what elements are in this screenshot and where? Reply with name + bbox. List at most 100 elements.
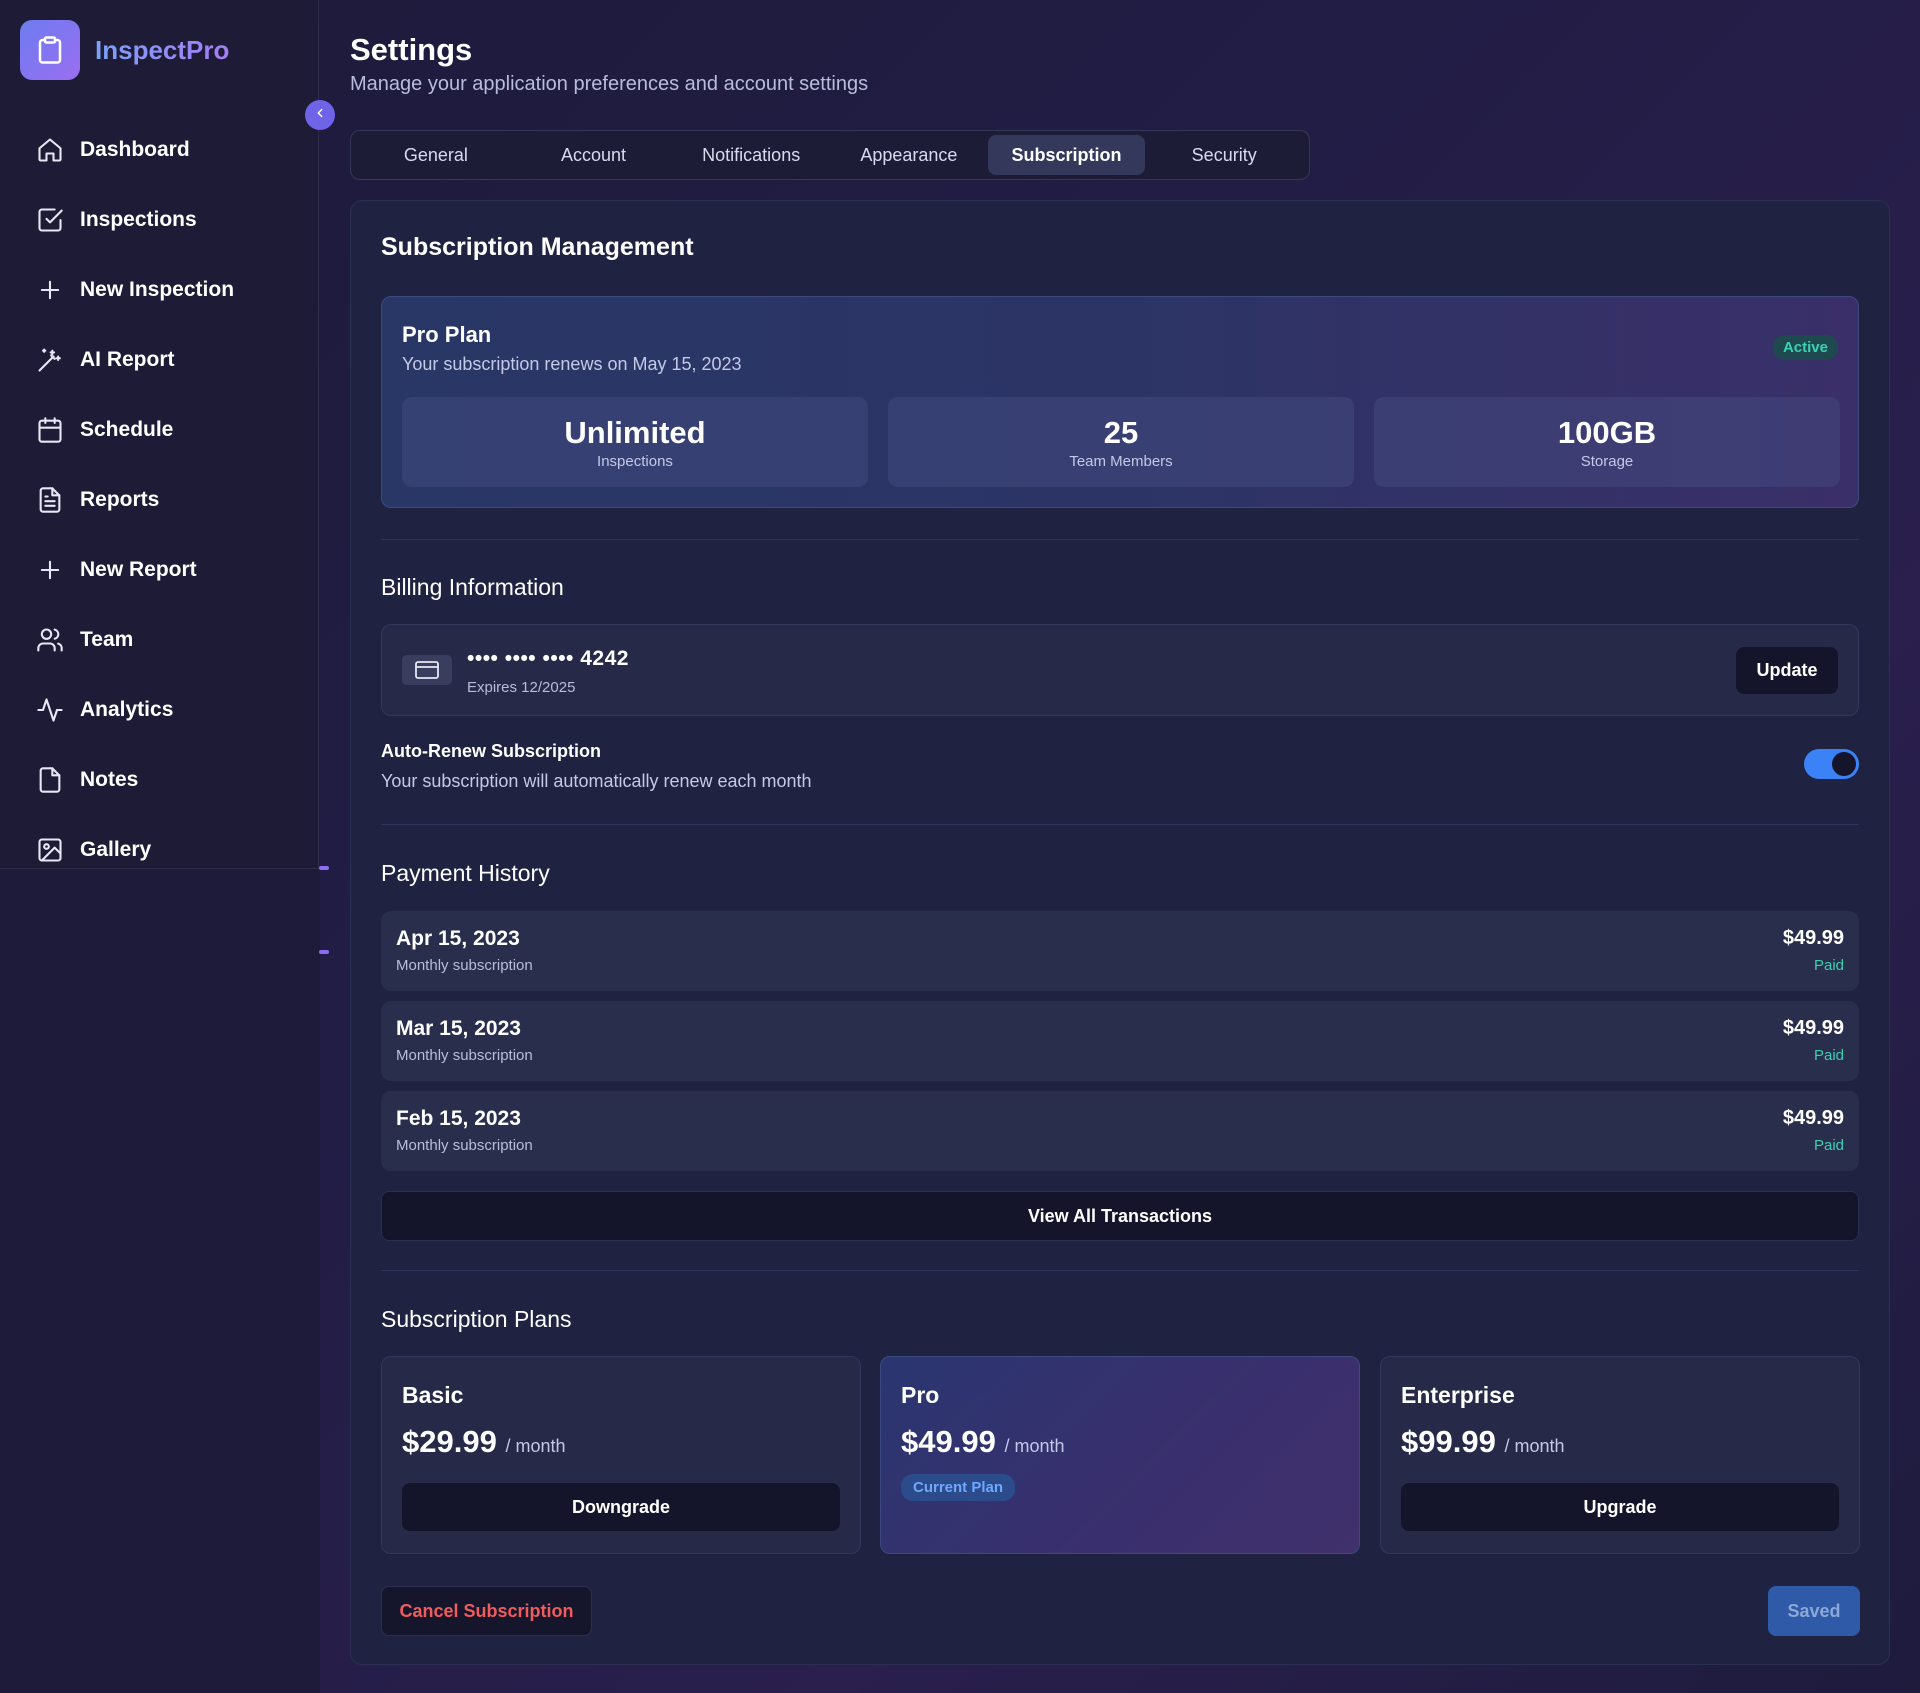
- stat-value: Unlimited: [564, 415, 706, 450]
- sidebar-item-label: AI Report: [80, 348, 175, 371]
- price-value: $99.99: [1401, 1424, 1496, 1459]
- sidebar-item-team[interactable]: Team: [0, 605, 319, 675]
- stat-value: 25: [1103, 415, 1139, 450]
- price-value: $49.99: [901, 1424, 996, 1459]
- sidebar-item-label: Team: [80, 628, 134, 651]
- sidebar-item-inspections[interactable]: Inspections: [0, 185, 319, 255]
- payment-description: Monthly subscription: [396, 1137, 533, 1154]
- tab-general[interactable]: General: [357, 135, 515, 175]
- home-icon: [35, 135, 65, 165]
- view-all-transactions-button[interactable]: View All Transactions: [381, 1191, 1859, 1241]
- price-period: / month: [1004, 1436, 1065, 1456]
- plan-card-pro: Pro $49.99 / month Current Plan: [880, 1356, 1360, 1554]
- billing-title: Billing Information: [381, 574, 564, 600]
- plus-icon: [35, 555, 65, 585]
- upgrade-button[interactable]: Upgrade: [1401, 1483, 1839, 1531]
- sidebar-edge-marker: [319, 866, 329, 870]
- plan-card-basic: Basic $29.99 / month Downgrade: [381, 1356, 861, 1554]
- payment-history-title: Payment History: [381, 860, 550, 886]
- sidebar-item-notes[interactable]: Notes: [0, 745, 319, 815]
- sidebar-item-new-inspection[interactable]: New Inspection: [0, 255, 319, 325]
- current-plan-badge: Current Plan: [901, 1474, 1016, 1501]
- sidebar-item-label: Analytics: [80, 698, 174, 721]
- table-row: Mar 15, 2023 Monthly subscription $49.99…: [381, 1001, 1859, 1081]
- divider: [381, 539, 1859, 540]
- sidebar-item-dashboard[interactable]: Dashboard: [0, 115, 319, 185]
- save-button[interactable]: Saved: [1768, 1586, 1860, 1636]
- tier-price: $49.99 / month: [901, 1424, 1064, 1460]
- sidebar-background: [0, 869, 320, 1693]
- price-period: / month: [505, 1436, 566, 1456]
- payment-description: Monthly subscription: [396, 1047, 533, 1064]
- payment-date: Feb 15, 2023: [396, 1107, 521, 1130]
- tab-security[interactable]: Security: [1145, 135, 1303, 175]
- payment-amount: $49.99: [1782, 1107, 1844, 1129]
- sidebar-item-analytics[interactable]: Analytics: [0, 675, 319, 745]
- chevron-left-icon: [313, 106, 327, 125]
- stat-value: 100GB: [1557, 415, 1657, 450]
- tab-account[interactable]: Account: [515, 135, 673, 175]
- tab-appearance[interactable]: Appearance: [830, 135, 988, 175]
- sidebar-item-label: Gallery: [80, 838, 152, 861]
- plan-renewal-text: Your subscription renews on May 15, 2023: [402, 354, 742, 374]
- brand-name: InspectPro: [95, 34, 230, 65]
- table-row: Feb 15, 2023 Monthly subscription $49.99…: [381, 1091, 1859, 1171]
- stat-label: Team Members: [1069, 453, 1173, 470]
- users-icon: [35, 625, 65, 655]
- sidebar-item-label: Schedule: [80, 418, 174, 441]
- sidebar-item-new-report[interactable]: New Report: [0, 535, 319, 605]
- tier-name: Basic: [402, 1382, 464, 1408]
- stat-label: Inspections: [597, 453, 673, 470]
- price-period: / month: [1504, 1436, 1565, 1456]
- cancel-subscription-button[interactable]: Cancel Subscription: [381, 1586, 592, 1636]
- sidebar-item-reports[interactable]: Reports: [0, 465, 319, 535]
- tab-notifications[interactable]: Notifications: [672, 135, 830, 175]
- sidebar-item-schedule[interactable]: Schedule: [0, 395, 319, 465]
- status-badge: Active: [1772, 335, 1838, 360]
- divider: [381, 1270, 1859, 1271]
- brand[interactable]: InspectPro: [20, 20, 229, 80]
- plus-icon: [35, 275, 65, 305]
- stat-inspections: Unlimited Inspections: [402, 397, 868, 487]
- payment-description: Monthly subscription: [396, 957, 533, 974]
- payment-amount: $49.99: [1782, 1017, 1844, 1039]
- payment-status: Paid: [1813, 1047, 1844, 1064]
- subscription-panel: Subscription Management Pro Plan Your su…: [350, 200, 1890, 1665]
- stat-storage: 100GB Storage: [1374, 397, 1840, 487]
- divider: [381, 824, 1859, 825]
- plan-card-enterprise: Enterprise $99.99 / month Upgrade: [1380, 1356, 1860, 1554]
- payment-date: Apr 15, 2023: [396, 927, 520, 950]
- clipboard-icon: [20, 20, 80, 80]
- settings-tabs: General Account Notifications Appearance…: [350, 130, 1310, 180]
- sidebar-item-label: New Inspection: [80, 278, 235, 301]
- sidebar-item-label: Reports: [80, 488, 160, 511]
- payment-status: Paid: [1813, 957, 1844, 974]
- check-square-icon: [35, 205, 65, 235]
- collapse-sidebar-button[interactable]: [305, 100, 335, 130]
- stat-label: Storage: [1580, 453, 1634, 470]
- auto-renew-toggle[interactable]: [1804, 749, 1859, 779]
- page-title: Settings: [350, 32, 473, 67]
- payment-status: Paid: [1813, 1137, 1844, 1154]
- file-icon: [35, 765, 65, 795]
- card-expiry: Expires 12/2025: [467, 679, 576, 696]
- downgrade-button[interactable]: Downgrade: [402, 1483, 840, 1531]
- plan-name: Pro Plan: [402, 322, 492, 347]
- image-icon: [35, 835, 65, 865]
- update-card-button[interactable]: Update: [1736, 647, 1838, 694]
- payment-date: Mar 15, 2023: [396, 1017, 521, 1040]
- auto-renew-title: Auto-Renew Subscription: [381, 741, 601, 761]
- payment-amount: $49.99: [1782, 927, 1844, 949]
- sidebar-item-label: New Report: [80, 558, 197, 581]
- price-value: $29.99: [402, 1424, 497, 1459]
- subscription-plans-title: Subscription Plans: [381, 1306, 572, 1332]
- tier-name: Pro: [901, 1382, 940, 1408]
- credit-card-icon: [402, 655, 452, 685]
- sidebar-item-ai-report[interactable]: AI Report: [0, 325, 319, 395]
- tab-subscription[interactable]: Subscription: [987, 135, 1146, 175]
- sidebar-item-label: Inspections: [80, 208, 197, 231]
- auto-renew-description: Your subscription will automatically ren…: [381, 771, 812, 791]
- current-plan-card: Pro Plan Your subscription renews on May…: [381, 296, 1859, 508]
- sidebar-nav: Dashboard Inspections New Inspection AI …: [0, 115, 319, 885]
- sidebar-item-label: Notes: [80, 768, 139, 791]
